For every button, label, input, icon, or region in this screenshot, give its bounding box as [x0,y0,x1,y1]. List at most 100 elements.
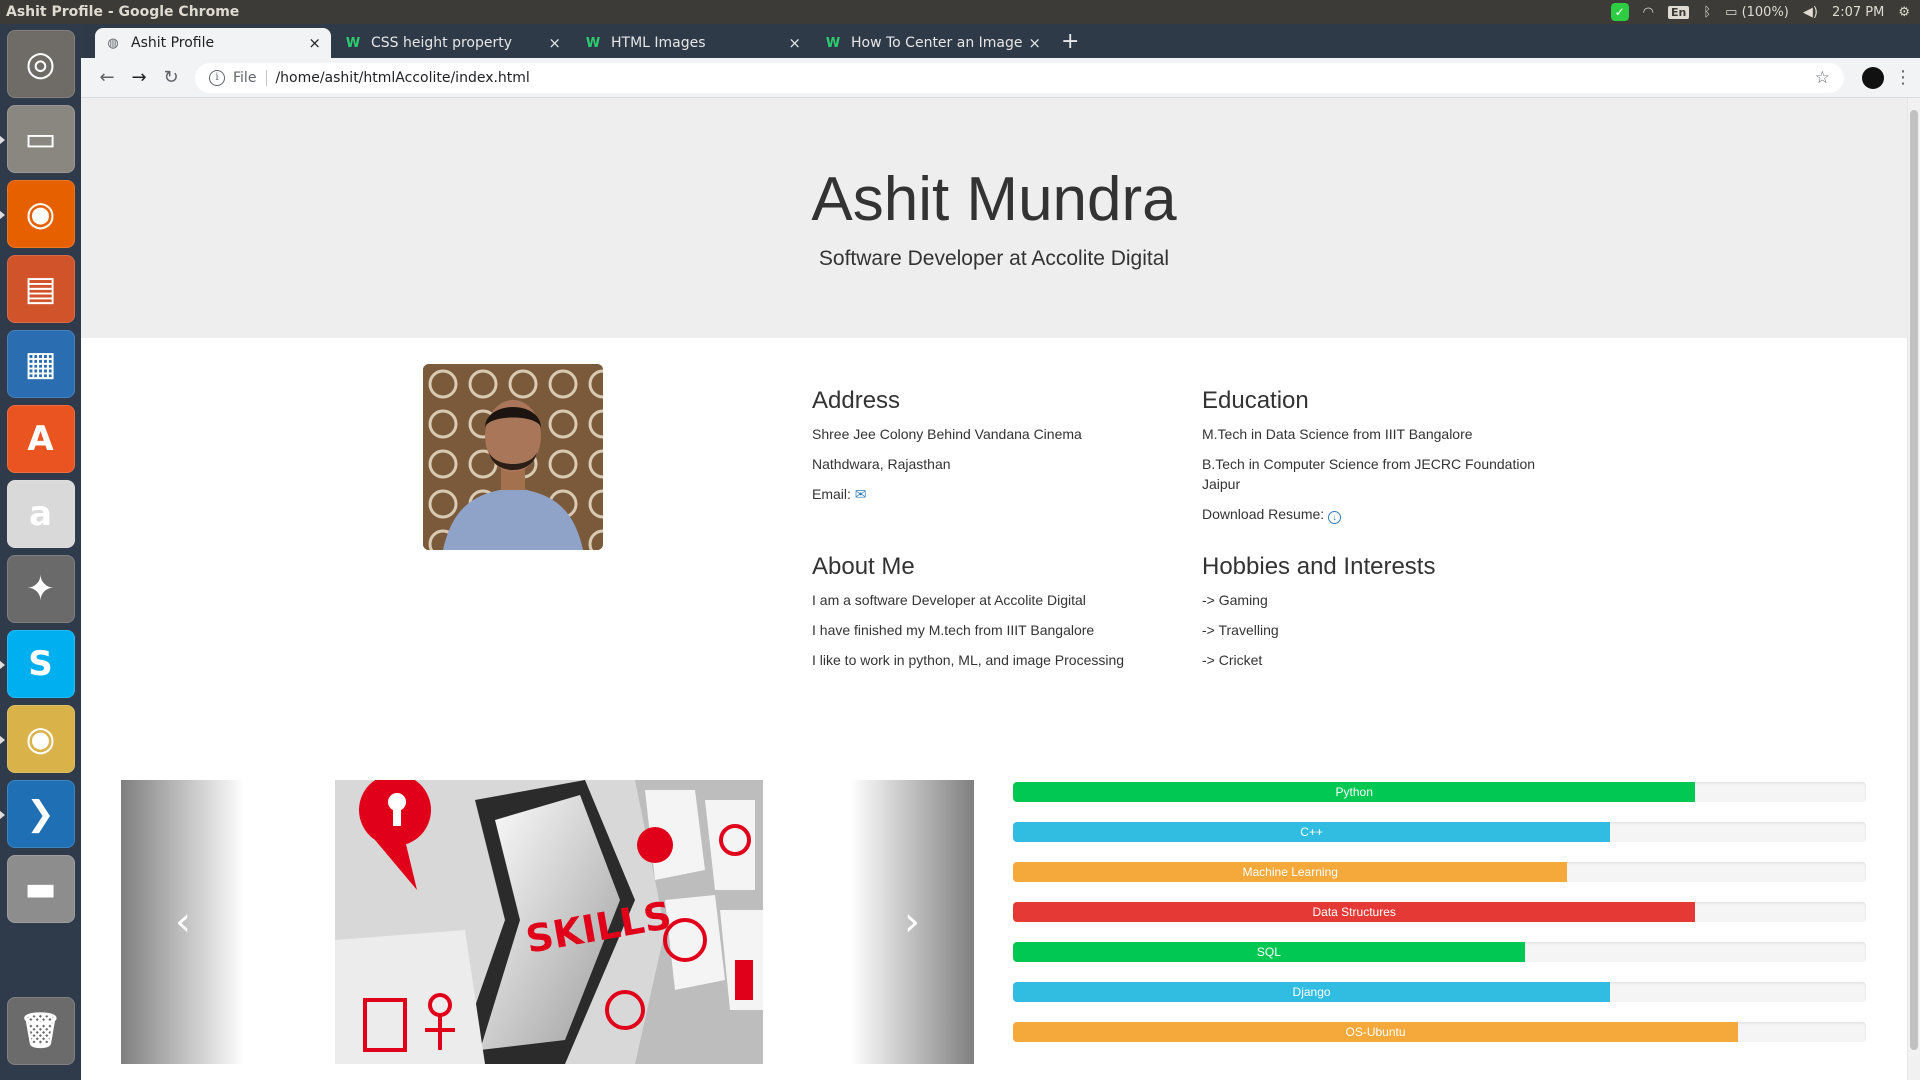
battery-percent: (100%) [1741,4,1789,20]
tab-strip: ◍ Ashit Profile × W CSS height property × W HTM… [81,24,1920,58]
hobby-item: -> Cricket [1202,652,1263,668]
running-indicator [0,135,5,145]
url-scheme: File [233,69,268,86]
profile-name: Ashit Mundra [811,165,1177,234]
education-line-2: B.Tech in Computer Science from JECRC Fo… [1202,456,1536,492]
update-check-icon[interactable]: ✓ [1610,3,1629,21]
vscode-icon[interactable]: ❯ [0,780,75,848]
hobbies-section: Hobbies and Interests -> Gaming -> Travel… [1202,553,1562,680]
tab-label: How To Center an Image [851,35,1023,51]
volume-icon[interactable]: ◀) [1803,5,1818,20]
address-bar[interactable]: i File /home/ashit/htmlAccolite/index.ht… [195,62,1844,93]
skills-progress-list: Python C++ Machine Learning Data Structures… [1013,782,1866,1062]
browser-tab[interactable]: W HTML Images × [575,28,811,58]
tab-close-icon[interactable]: × [1028,34,1041,52]
ubuntu-dash-icon[interactable]: ◎ [6,30,75,98]
about-section: About Me I am a software Developer at Ac… [812,553,1172,680]
site-info-icon[interactable]: i [209,69,225,86]
resume-label: Download Resume: [1202,506,1329,522]
url-text[interactable]: /home/ashit/htmlAccolite/index.html [275,70,1814,86]
email-label: Email: [812,486,855,502]
about-item: I am a software Developer at Accolite Di… [812,592,1086,608]
tab-label: CSS height property [371,35,513,51]
profile-avatar[interactable] [1862,66,1884,89]
tab-label: Ashit Profile [131,35,215,51]
hobby-item: -> Travelling [1202,622,1279,638]
files-icon[interactable]: ▭ [0,105,75,173]
bluetooth-icon[interactable]: ᛒ [1703,5,1711,20]
skill-progress-bar: Data Structures [1013,902,1866,922]
new-tab-button[interactable]: + [1061,29,1079,54]
education-heading: Education [1202,387,1309,414]
skill-progress-bar: Python [1013,782,1866,802]
skill-progress-bar: Django [1013,982,1866,1002]
profile-subtitle: Software Developer at Accolite Digital [818,247,1170,270]
browser-tab[interactable]: W CSS height property × [335,28,571,58]
tab-close-icon[interactable]: × [548,34,561,52]
profile-photo [423,364,603,550]
skill-progress-bar: C++ [1013,822,1866,842]
globe-favicon-icon: ◍ [107,35,119,51]
firefox-icon[interactable]: ◉ [0,180,75,248]
browser-tab[interactable]: ◍ Ashit Profile × [95,28,331,58]
carousel-prev-button[interactable]: ‹ [121,780,245,1064]
skill-progress-fill: Machine Learning [1013,862,1568,882]
skill-progress-fill: SQL [1013,942,1525,962]
about-item: I like to work in python, ML, and image … [812,652,1125,668]
writer-icon[interactable]: ▦ [6,330,75,398]
impress-icon[interactable]: ▤ [6,255,75,323]
scrollbar-thumb[interactable] [1910,110,1918,1050]
window-title: Ashit Profile - Google Chrome [6,4,240,20]
trash-icon[interactable]: 🗑 [6,997,75,1065]
envelope-icon[interactable]: ✉ [855,486,867,502]
page-viewport: Ashit Mundra Software Developer at Accol… [81,98,1920,1080]
skype-icon[interactable]: S [0,630,75,698]
email-row: Email: ✉ [812,484,1152,504]
disk-icon[interactable]: ▬ [6,855,75,923]
unity-launcher: ◎ ▭ ◉ ▤ ▦ Aa ✦ S ◉ ❯ ▬ 🗑 [0,24,81,1080]
amazon-icon[interactable]: a [6,480,75,548]
browser-tab[interactable]: W How To Center an Image × [815,28,1051,58]
download-icon[interactable]: ↓ [1328,511,1342,524]
education-section: Education M.Tech in Data Science from II… [1202,387,1562,534]
resume-row: Download Resume: ↓ [1202,504,1562,524]
site-favicon-icon: W [345,35,361,51]
software-center-icon[interactable]: A [6,405,75,473]
chrome-menu-icon[interactable]: ⋮ [1894,67,1912,88]
bookmark-star-icon[interactable]: ☆ [1815,68,1830,88]
tab-close-icon[interactable]: × [788,34,801,52]
address-heading: Address [812,387,901,414]
forward-button[interactable]: → [123,67,155,88]
skill-progress-bar: OS-Ubuntu [1013,1022,1866,1042]
top-panel: Ashit Profile - Google Chrome ✓ ◠ En ᛒ ▭… [0,0,1920,24]
chevron-left-icon: ‹ [175,899,191,945]
about-item: I have finished my M.tech from IIIT Bang… [812,622,1095,638]
skill-progress-fill: Python [1013,782,1696,802]
address-line-2: Nathdwara, Rajasthan [812,456,951,472]
reload-button[interactable]: ↻ [155,67,187,88]
keyboard-layout-indicator[interactable]: En [1667,5,1690,19]
address-line-1: Shree Jee Colony Behind Vandana Cinema [812,426,1082,442]
page-scrollbar[interactable] [1907,98,1920,1080]
site-favicon-icon: W [585,35,601,51]
system-gear-icon[interactable]: ⚙ [1898,5,1910,20]
carousel-next-button[interactable]: › [850,780,974,1064]
hobby-item: -> Gaming [1202,592,1268,608]
battery-indicator[interactable]: ▭ (100%) [1725,5,1789,20]
back-button[interactable]: ← [91,67,123,88]
system-settings-icon[interactable]: ✦ [6,555,75,623]
skill-progress-fill: C++ [1013,822,1611,842]
panel-indicators: ✓ ◠ En ᛒ ▭ (100%) ◀) 2:07 PM ⚙ [1610,3,1920,21]
chrome-icon[interactable]: ◉ [0,705,75,773]
clock[interactable]: 2:07 PM [1832,5,1884,20]
jumbotron-header: Ashit Mundra Software Developer at Accol… [81,98,1907,338]
address-section: Address Shree Jee Colony Behind Vandana … [812,387,1152,514]
education-line-1: M.Tech in Data Science from IIIT Bangalo… [1202,426,1473,442]
wifi-icon[interactable]: ◠ [1643,5,1654,20]
skill-progress-bar: Machine Learning [1013,862,1866,882]
running-indicator [0,735,5,745]
chevron-right-icon: › [904,899,920,945]
site-favicon-icon: W [825,35,841,51]
running-indicator [0,810,5,820]
tab-close-icon[interactable]: × [308,34,321,52]
